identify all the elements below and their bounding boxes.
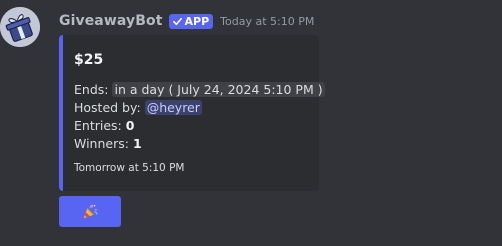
- bot-avatar-icon: [0, 7, 40, 47]
- ends-absolute: ( July 24, 2024 5:10 PM ): [168, 82, 323, 97]
- entries-count: 0: [125, 118, 135, 133]
- message: GiveawayBot APP Today at 5:10 PM $25 End…: [0, 0, 502, 246]
- entries-line: Entries: 0: [74, 117, 325, 135]
- ends-relative: in a day: [114, 82, 165, 97]
- winners-count: 1: [132, 136, 142, 151]
- app-badge-label: APP: [184, 14, 210, 28]
- ends-timestamp[interactable]: in a day ( July 24, 2024 5:10 PM ): [112, 82, 325, 97]
- verified-check-icon: [172, 17, 182, 25]
- entries-label: Entries:: [74, 118, 122, 133]
- winners-label: Winners:: [74, 136, 129, 151]
- author-name[interactable]: GiveawayBot: [59, 13, 163, 29]
- embed-description: Ends: in a day ( July 24, 2024 5:10 PM )…: [74, 81, 325, 153]
- giveaway-embed: $25 Ends: in a day ( July 24, 2024 5:10 …: [59, 35, 325, 191]
- ends-label: Ends:: [74, 82, 109, 97]
- embed-title: $25: [74, 52, 104, 68]
- hosted-line: Hosted by: @heyrer: [74, 99, 325, 117]
- enter-giveaway-button[interactable]: [59, 196, 121, 227]
- avatar[interactable]: [0, 7, 40, 47]
- ends-line: Ends: in a day ( July 24, 2024 5:10 PM ): [74, 81, 325, 99]
- message-timestamp: Today at 5:10 PM: [220, 14, 315, 28]
- message-header: GiveawayBot APP Today at 5:10 PM: [59, 12, 314, 30]
- app-badge: APP: [168, 13, 214, 29]
- embed-footer: Tomorrow at 5:10 PM: [74, 162, 185, 174]
- hosted-label: Hosted by:: [74, 100, 141, 115]
- winners-line: Winners: 1: [74, 135, 325, 153]
- host-mention[interactable]: @heyrer: [144, 100, 202, 115]
- party-popper-icon: [83, 204, 98, 218]
